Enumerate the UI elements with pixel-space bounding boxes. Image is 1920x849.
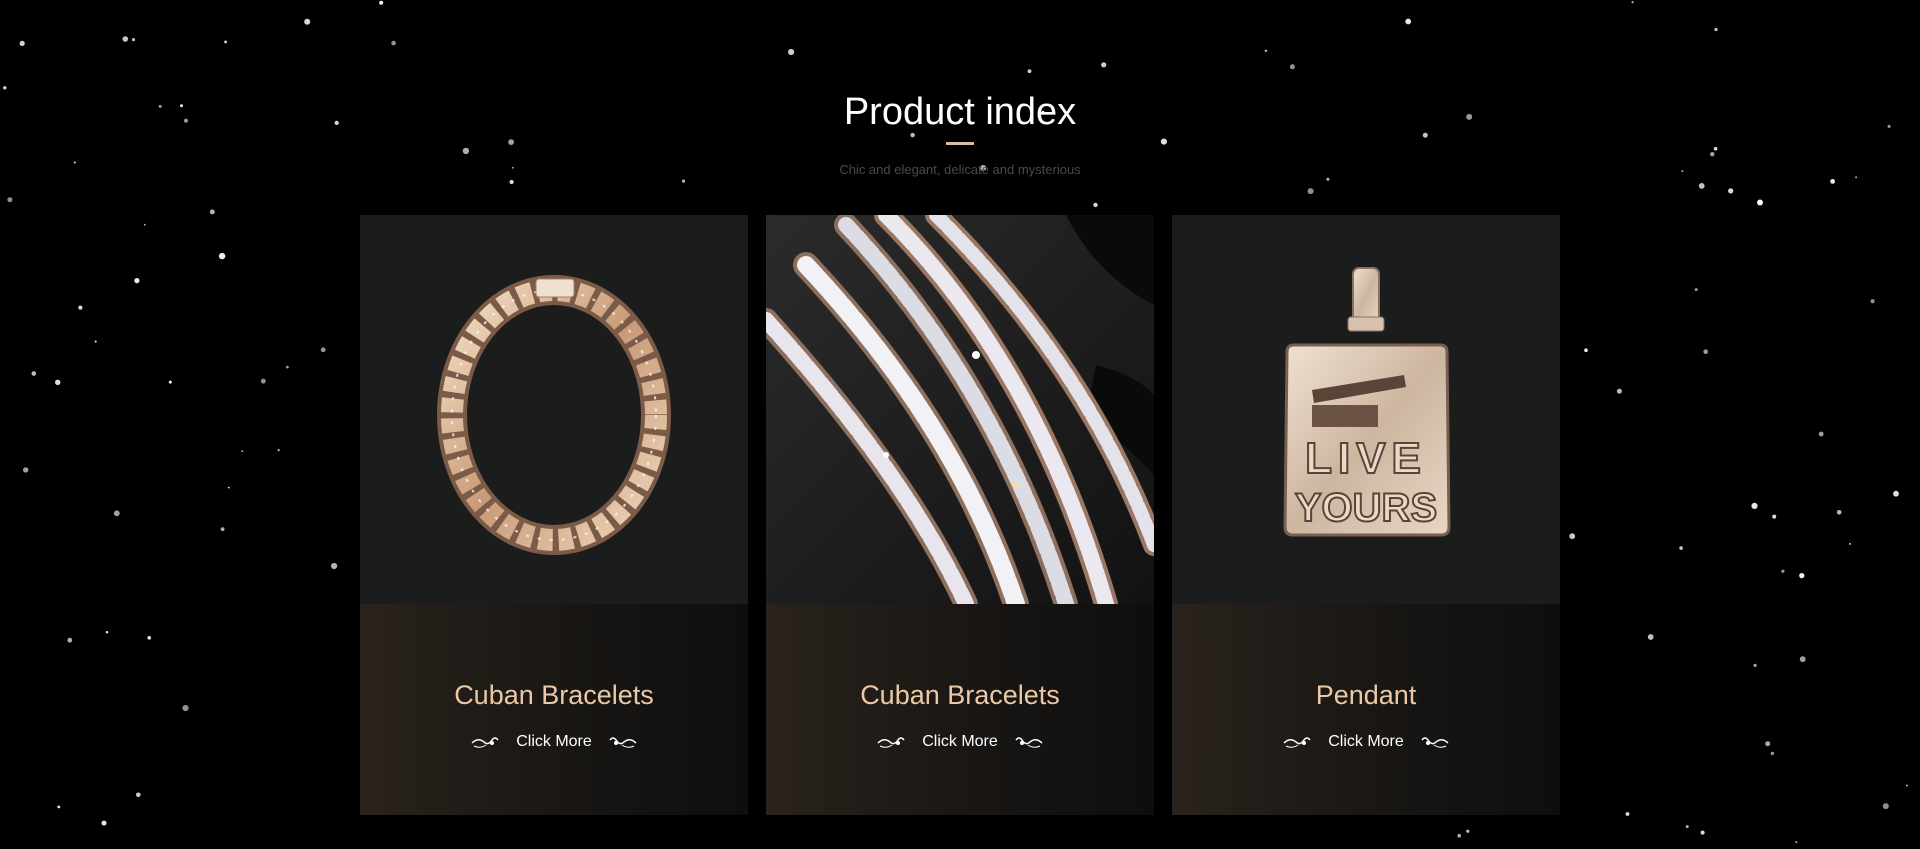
click-more-button[interactable]: Click More [1172,732,1560,752]
ornament-right-icon [1015,737,1043,748]
product-card[interactable]: LIVE YOURS Pendant Click More [1172,215,1560,815]
card-caption: Cuban Bracelets Click More [360,604,748,815]
product-image-cuban-necklace[interactable] [360,215,748,604]
product-name: Cuban Bracelets [454,680,654,710]
section-subtitle: Chic and elegant, delicate and mysteriou… [839,162,1081,177]
ornament-left-icon [1283,737,1311,748]
ornament-left-icon [877,737,905,748]
ornament-left-icon [471,737,499,748]
product-image-tennis-bracelets[interactable] [766,215,1154,604]
ornament-right-icon [609,737,637,748]
card-caption: Pendant Click More [1172,604,1560,815]
click-more-button[interactable]: Click More [360,732,748,752]
product-card[interactable]: Cuban Bracelets Click More [360,215,748,815]
ornament-right-icon [1421,737,1449,748]
click-more-label: Click More [922,733,998,750]
pendant-engraving-yours: YOURS [1295,486,1437,530]
product-index-section: Product index Chic and elegant, delicate… [0,0,1920,849]
section-title: Product index [843,91,1077,133]
product-card[interactable]: Cuban Bracelets Click More [766,215,1154,815]
product-image-pendant[interactable]: LIVE YOURS [1172,215,1560,604]
click-more-label: Click More [516,733,592,750]
product-name: Cuban Bracelets [860,680,1060,710]
pendant-engraving-live: LIVE [1305,434,1427,483]
card-caption: Cuban Bracelets Click More [766,604,1154,815]
product-name: Pendant [1315,680,1417,710]
click-more-label: Click More [1328,733,1404,750]
title-divider [946,142,974,145]
click-more-button[interactable]: Click More [766,732,1154,752]
